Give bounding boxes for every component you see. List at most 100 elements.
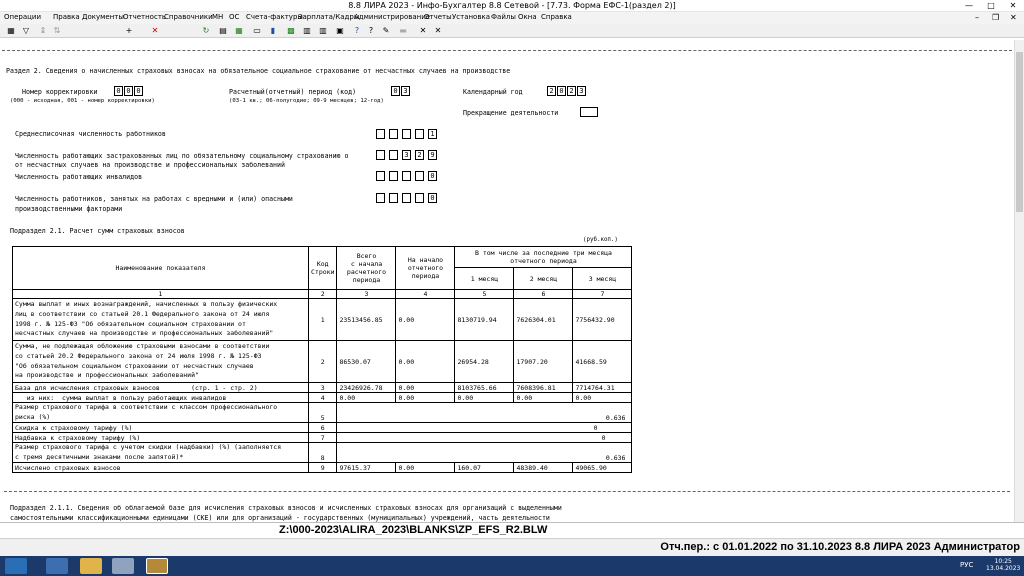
harmful-digit[interactable] <box>402 193 411 203</box>
close-button[interactable]: ✕ <box>1002 0 1024 12</box>
year-digit[interactable]: 0 <box>557 86 566 96</box>
avg-headcount-digit[interactable] <box>389 129 398 139</box>
calculator-icon[interactable]: ▣ <box>335 26 345 36</box>
harmful-digit[interactable] <box>376 193 385 203</box>
row-total[interactable]: 0.00 <box>336 392 397 403</box>
excel-icon[interactable]: ▩ <box>286 26 296 36</box>
delete-icon[interactable]: ✕ <box>150 26 160 36</box>
row-month-3[interactable]: 41668.59 <box>572 340 633 383</box>
row-start[interactable]: 0.00 <box>395 392 456 403</box>
close-all-icon[interactable]: ✕ <box>433 26 443 36</box>
open-icon[interactable]: ▭ <box>252 26 262 36</box>
lira-app-icon[interactable] <box>146 558 168 574</box>
insured-digit[interactable] <box>376 150 385 160</box>
insured-digit[interactable]: 2 <box>415 150 424 160</box>
menu-mn[interactable]: МН <box>212 13 223 21</box>
row-start[interactable]: 0.00 <box>395 382 456 393</box>
scrollbar-thumb[interactable] <box>1016 52 1023 212</box>
menu-settings[interactable]: Установка <box>452 13 490 21</box>
row-total[interactable]: 23513456.85 <box>336 298 397 341</box>
disabled-digit[interactable] <box>402 171 411 181</box>
menu-files[interactable]: Файлы <box>491 13 516 21</box>
help-icon[interactable]: ? <box>352 26 362 36</box>
add-icon[interactable]: + <box>124 26 134 36</box>
disabled-digit[interactable] <box>389 171 398 181</box>
menu-help[interactable]: Справка <box>541 13 572 21</box>
termination-field[interactable] <box>580 107 598 117</box>
menu-invoices[interactable]: Счета-фактуры <box>246 13 303 21</box>
doc-restore-button[interactable]: ❐ <box>992 13 999 22</box>
row-value[interactable]: 0.636 <box>336 401 633 424</box>
avg-headcount-digit[interactable] <box>376 129 385 139</box>
harmful-digit[interactable]: 0 <box>428 193 437 203</box>
save-icon[interactable]: ▮ <box>268 26 278 36</box>
menu-directories[interactable]: Справочники <box>164 13 213 21</box>
row-value[interactable]: 0 <box>336 422 633 434</box>
row-total[interactable]: 23426926.78 <box>336 382 397 393</box>
explorer-icon[interactable] <box>80 558 102 574</box>
close-form-icon[interactable]: ✕ <box>418 26 428 36</box>
correction-digit[interactable]: 0 <box>134 86 143 96</box>
row-month-2[interactable]: 48389.40 <box>513 462 574 474</box>
menu-os[interactable]: ОС <box>229 13 239 21</box>
row-total[interactable]: 86530.07 <box>336 340 397 383</box>
preview-icon[interactable]: ▥ <box>318 26 328 36</box>
menu-operations[interactable]: Операции <box>4 13 41 21</box>
disabled-digit[interactable] <box>376 171 385 181</box>
disabled-digit[interactable]: 0 <box>428 171 437 181</box>
grid-icon[interactable]: ▦ <box>6 26 16 36</box>
menu-documents[interactable]: Документы <box>82 13 124 21</box>
doc-minimize-button[interactable]: – <box>975 13 979 22</box>
row-start[interactable]: 0.00 <box>395 340 456 383</box>
row-month-1[interactable]: 0.00 <box>454 392 515 403</box>
menu-edit[interactable]: Правка <box>53 13 80 21</box>
correction-digit[interactable]: 0 <box>124 86 133 96</box>
row-month-1[interactable]: 160.07 <box>454 462 515 474</box>
row-month-2[interactable]: 0.00 <box>513 392 574 403</box>
harmful-digit[interactable] <box>415 193 424 203</box>
menu-administration[interactable]: Администрирование <box>354 13 430 21</box>
row-start[interactable]: 0.00 <box>395 462 456 474</box>
row-month-3[interactable]: 49065.90 <box>572 462 633 474</box>
doc-close-button[interactable]: ✕ <box>1010 13 1017 22</box>
menu-payroll[interactable]: Зарплата/Кадры <box>298 13 359 21</box>
disabled-digit[interactable] <box>415 171 424 181</box>
menu-windows[interactable]: Окна <box>518 13 537 21</box>
row-month-2[interactable]: 7608396.81 <box>513 382 574 393</box>
row-month-3[interactable]: 0.00 <box>572 392 633 403</box>
sort-icon[interactable]: ↨ <box>38 26 48 36</box>
insured-digit[interactable] <box>389 150 398 160</box>
avg-headcount-digit[interactable]: 1 <box>428 129 437 139</box>
avg-headcount-digit[interactable] <box>402 129 411 139</box>
start-icon[interactable] <box>5 558 27 574</box>
harmful-digit[interactable] <box>389 193 398 203</box>
refresh-icon[interactable]: ↻ <box>201 26 211 36</box>
remote-desktop-icon[interactable] <box>112 558 134 574</box>
row-value[interactable]: 0 <box>336 432 633 444</box>
language-indicator[interactable]: РУС <box>960 561 973 569</box>
row-month-2[interactable]: 7626304.01 <box>513 298 574 341</box>
row-value[interactable]: 0.636 <box>336 442 633 464</box>
period-digit[interactable]: 3 <box>401 86 410 96</box>
row-start[interactable]: 0.00 <box>395 298 456 341</box>
menu-reporting[interactable]: Отчетность <box>123 13 166 21</box>
year-digit[interactable]: 2 <box>567 86 576 96</box>
period-digit[interactable]: 0 <box>391 86 400 96</box>
maximize-button[interactable]: □ <box>980 0 1002 12</box>
insured-digit[interactable]: 9 <box>428 150 437 160</box>
row-month-1[interactable]: 8103765.66 <box>454 382 515 393</box>
row-total[interactable]: 97615.37 <box>336 462 397 474</box>
row-month-1[interactable]: 8130719.94 <box>454 298 515 341</box>
powershell-icon[interactable] <box>46 558 68 574</box>
export-icon[interactable]: ▥ <box>302 26 312 36</box>
row-month-3[interactable]: 7714764.31 <box>572 382 633 393</box>
table-icon[interactable]: ▤ <box>218 26 228 36</box>
minimize-button[interactable]: — <box>958 0 980 12</box>
row-month-3[interactable]: 7756432.90 <box>572 298 633 341</box>
year-digit[interactable]: 2 <box>547 86 556 96</box>
filter-icon[interactable]: ▽ <box>21 26 31 36</box>
avg-headcount-digit[interactable] <box>415 129 424 139</box>
sort-desc-icon[interactable]: ⇅ <box>52 26 62 36</box>
correction-digit[interactable]: 0 <box>114 86 123 96</box>
spreadsheet-icon[interactable]: ▦ <box>234 26 244 36</box>
